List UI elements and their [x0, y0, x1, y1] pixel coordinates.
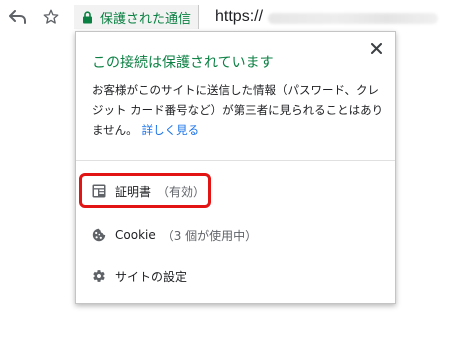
popup-title: この接続は保護されています [92, 55, 274, 71]
security-label: 保護された通信 [100, 11, 192, 27]
cookie-label: Cookie [115, 228, 156, 242]
url-scheme: https:// [215, 8, 264, 25]
divider [76, 160, 395, 161]
learn-more-link[interactable]: 詳しく見る [142, 123, 200, 137]
site-settings-label: サイトの設定 [115, 269, 188, 284]
browser-toolbar: 保護された通信 https:// [0, 0, 460, 34]
cookie-count: （3 個が使用中） [161, 228, 258, 243]
highlight-box [79, 173, 211, 208]
site-info-popup: この接続は保護されています お客様がこのサイトに送信した情報（パスワード、クレジ… [75, 31, 396, 304]
address-bar[interactable]: 保護された通信 https:// [74, 4, 460, 30]
connection-description: お客様がこのサイトに送信した情報（パスワード、クレジット カード番号など）が第三… [92, 80, 384, 140]
bookmark-star-icon[interactable] [41, 7, 61, 27]
gear-icon [92, 269, 106, 283]
cookie-icon [92, 228, 106, 242]
lock-icon [82, 10, 94, 24]
url-redacted [268, 13, 438, 24]
cookie-item[interactable]: Cookie （3 個が使用中） [92, 224, 257, 246]
close-icon[interactable] [368, 40, 384, 56]
back-icon[interactable] [8, 7, 28, 27]
security-indicator-button[interactable]: 保護された通信 [74, 5, 200, 29]
description-text: お客様がこのサイトに送信した情報（パスワード、クレジット カード番号など）が第三… [92, 83, 384, 137]
site-settings-item[interactable]: サイトの設定 [92, 265, 187, 287]
